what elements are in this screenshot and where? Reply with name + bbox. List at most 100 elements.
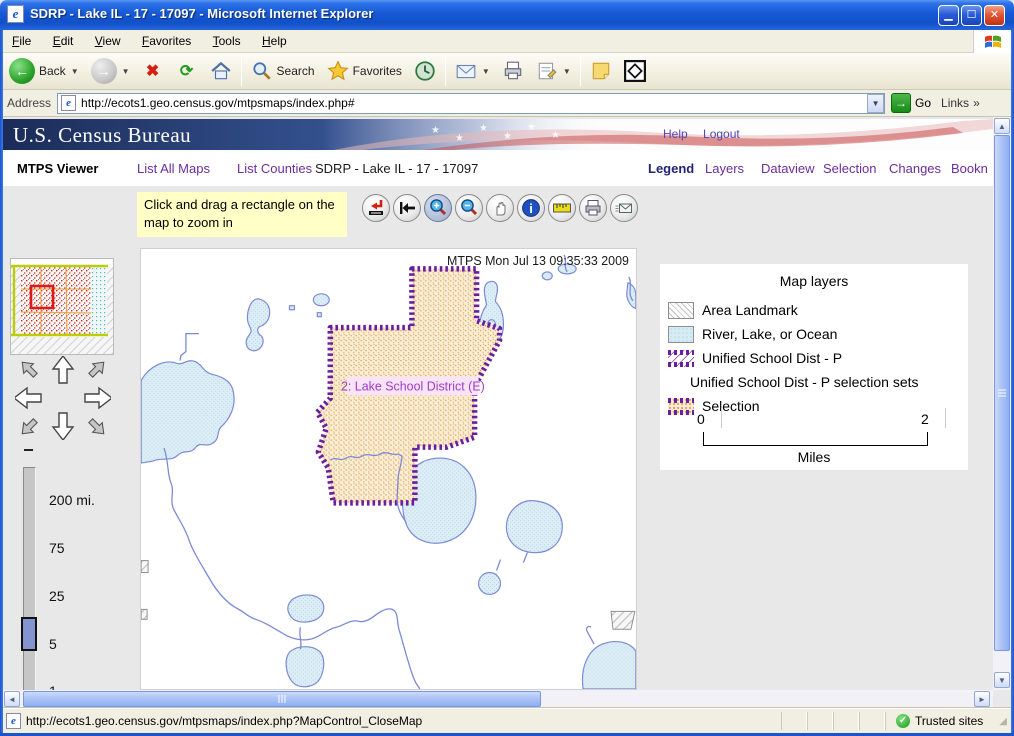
- security-zone-pane: ✓ Trusted sites: [885, 712, 993, 730]
- ie-window-icon: e: [7, 5, 24, 23]
- chevron-icon[interactable]: »: [973, 96, 980, 110]
- maximize-button[interactable]: ☐: [961, 5, 982, 26]
- go-arrow-icon: →: [891, 93, 911, 113]
- map-canvas[interactable]: 2: Lake School District (E) MTPS Mon Jul…: [140, 248, 637, 690]
- menu-help[interactable]: Help: [253, 30, 296, 51]
- ruler-icon: [552, 198, 572, 218]
- scroll-right-button[interactable]: ►: [974, 691, 990, 707]
- address-input[interactable]: [79, 95, 867, 111]
- identify-button[interactable]: i: [517, 194, 545, 222]
- home-button[interactable]: [204, 55, 238, 87]
- selection-swatch: [668, 398, 694, 415]
- menu-tools[interactable]: Tools: [204, 30, 250, 51]
- pan-west-button[interactable]: [15, 388, 41, 408]
- pan-northwest-button[interactable]: [17, 357, 40, 380]
- toolbar-separator: [241, 56, 242, 86]
- nav-legend[interactable]: Legend: [648, 161, 694, 176]
- forward-button[interactable]: → ▼: [85, 55, 136, 87]
- close-button[interactable]: ✕: [984, 5, 1005, 26]
- measure-button[interactable]: [548, 194, 576, 222]
- legend-item-selection-sets: Unified School Dist - P selection sets: [690, 372, 919, 392]
- edit-dropdown-icon[interactable]: ▼: [563, 67, 571, 76]
- back-icon: ←: [9, 58, 35, 84]
- toolbar-separator: [580, 56, 581, 86]
- help-link[interactable]: Help: [663, 127, 688, 141]
- pan-east-button[interactable]: [85, 388, 111, 408]
- links-toolbar[interactable]: Links »: [941, 96, 980, 110]
- scalebar-start: 0: [697, 411, 705, 427]
- pan-button[interactable]: [486, 194, 514, 222]
- status-pane: [781, 712, 807, 730]
- menu-file[interactable]: File: [3, 30, 40, 51]
- resize-grip[interactable]: ◢: [999, 716, 1008, 727]
- messenger-button[interactable]: [618, 55, 652, 87]
- pan-southeast-button[interactable]: [86, 416, 109, 439]
- menu-edit[interactable]: Edit: [44, 30, 83, 51]
- horizontal-scroll-thumb[interactable]: [23, 691, 541, 707]
- print-button[interactable]: [496, 55, 530, 87]
- export-map-button[interactable]: [610, 194, 638, 222]
- pan-north-button[interactable]: [53, 356, 73, 383]
- scale-label-75: 75: [49, 540, 65, 556]
- refresh-button[interactable]: ⟳: [170, 55, 204, 87]
- print-icon: [502, 60, 524, 82]
- history-button[interactable]: [408, 55, 442, 87]
- forward-dropdown-icon[interactable]: ▼: [122, 67, 130, 76]
- vertical-scroll-thumb[interactable]: [994, 135, 1010, 651]
- logout-link[interactable]: Logout: [703, 127, 740, 141]
- stop-button[interactable]: ✖: [136, 55, 170, 87]
- district-boundary-swatch: [668, 350, 694, 367]
- browser-window: e SDRP - Lake IL - 17 - 17097 - Microsof…: [0, 0, 1014, 736]
- pan-south-button[interactable]: [53, 413, 73, 440]
- legend-item-water: River, Lake, or Ocean: [668, 324, 837, 344]
- svg-text:★: ★: [503, 131, 512, 142]
- title-bar[interactable]: e SDRP - Lake IL - 17 - 17097 - Microsof…: [0, 0, 1014, 30]
- refresh-icon: ⟳: [176, 60, 198, 82]
- nav-layers[interactable]: Layers: [705, 161, 744, 176]
- nav-dataview[interactable]: Dataview: [761, 161, 814, 176]
- minimize-button[interactable]: ▁: [938, 5, 959, 26]
- mail-button[interactable]: ▼: [449, 55, 496, 87]
- mail-dropdown-icon[interactable]: ▼: [482, 67, 490, 76]
- nav-list-all-maps[interactable]: List All Maps: [137, 161, 210, 176]
- search-label: Search: [277, 64, 315, 78]
- nav-changes[interactable]: Changes: [889, 161, 941, 176]
- back-button[interactable]: ← Back ▼: [3, 55, 85, 87]
- scroll-down-button[interactable]: ▼: [994, 672, 1010, 688]
- district-label: 2: Lake School District (E): [341, 379, 485, 393]
- zoom-full-extent-button[interactable]: [362, 194, 390, 222]
- print-map-button[interactable]: [579, 194, 607, 222]
- legend-item-school-district: Unified School Dist - P: [668, 348, 842, 368]
- menu-view[interactable]: View: [86, 30, 130, 51]
- scale-label-1: 1: [49, 683, 57, 690]
- overview-map[interactable]: [10, 258, 114, 355]
- favorites-button[interactable]: Favorites: [321, 55, 408, 87]
- go-button[interactable]: → Go: [891, 93, 931, 113]
- nav-list-counties[interactable]: List Counties: [237, 161, 312, 176]
- zoom-out-button[interactable]: [455, 194, 483, 222]
- zoom-out-icon: [459, 198, 479, 218]
- nav-bookmarks[interactable]: Bookn: [951, 161, 988, 176]
- overview-map-canvas: [11, 259, 113, 354]
- scale-slider-track[interactable]: [23, 467, 36, 690]
- edit-button[interactable]: ▼: [530, 55, 577, 87]
- zoom-in-button[interactable]: [424, 194, 452, 222]
- nav-selection[interactable]: Selection: [823, 161, 876, 176]
- toolbar-separator: [445, 56, 446, 86]
- scroll-left-button[interactable]: ◄: [4, 691, 20, 707]
- scale-label-5: 5: [49, 636, 57, 652]
- scale-slider-thumb[interactable]: [21, 617, 37, 651]
- previous-extent-button[interactable]: [393, 194, 421, 222]
- menu-favorites[interactable]: Favorites: [133, 30, 200, 51]
- address-bar: Address e ▼ → Go Links »: [3, 90, 1011, 117]
- map-hint-tooltip: Click and drag a rectangle on the map to…: [137, 192, 347, 237]
- address-dropdown-button[interactable]: ▼: [867, 94, 884, 113]
- back-label: Back: [39, 64, 66, 78]
- back-dropdown-icon[interactable]: ▼: [71, 67, 79, 76]
- pan-northeast-button[interactable]: [86, 357, 109, 380]
- address-label: Address: [7, 96, 51, 110]
- pan-southwest-button[interactable]: [17, 416, 40, 439]
- scroll-up-button[interactable]: ▲: [994, 118, 1010, 134]
- notes-button[interactable]: [584, 55, 618, 87]
- search-button[interactable]: Search: [245, 55, 321, 87]
